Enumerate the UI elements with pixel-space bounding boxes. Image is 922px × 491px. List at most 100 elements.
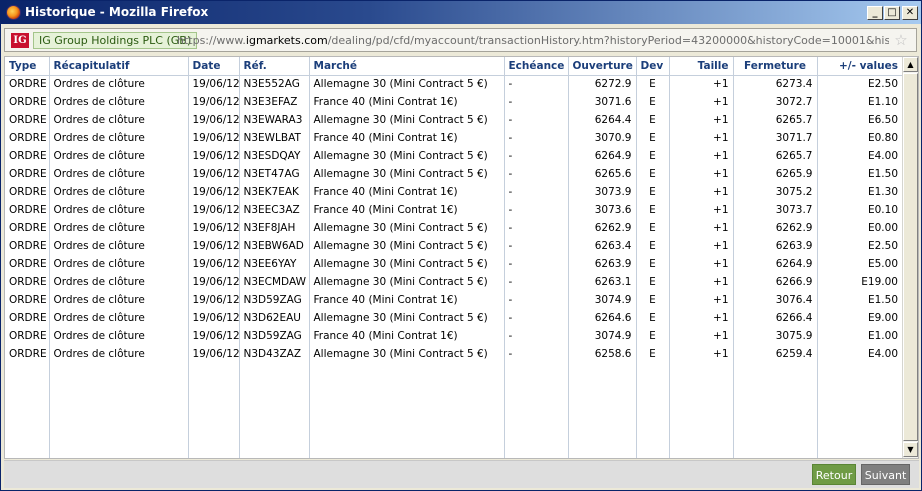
site-identity-button[interactable]: IG Group Holdings PLC (GB): [33, 32, 198, 49]
cell-marche: France 40 (Mini Contrat 1€): [309, 93, 505, 111]
table-row[interactable]: ORDRE Ordres de clôture 19/06/12 N3EWARA3 Al…: [5, 111, 902, 129]
cell-ref: N3ECMDAW: [239, 273, 310, 291]
cell-echeance: -: [504, 273, 569, 291]
table-row[interactable]: ORDRE Ordres de clôture 19/06/12 N3D59ZAG Fr…: [5, 291, 902, 309]
cell-taille: +1: [669, 129, 734, 147]
column-header-taille[interactable]: Taille: [669, 57, 734, 76]
cell-ref: N3ET47AG: [239, 165, 310, 183]
column-header-date[interactable]: Date: [188, 57, 240, 76]
scrollbar-thumb[interactable]: [903, 73, 918, 441]
cell-recapitulatif: Ordres de clôture: [49, 183, 189, 201]
cell-recapitulatif: Ordres de clôture: [49, 255, 189, 273]
table-row[interactable]: ORDRE Ordres de clôture 19/06/12 N3D62EAU Al…: [5, 309, 902, 327]
column-header-values[interactable]: +/- values: [817, 57, 902, 76]
cell-dev: E: [636, 75, 670, 93]
column-header-recapitulatif[interactable]: Récapitulatif: [49, 57, 189, 76]
cell-dev: E: [636, 327, 670, 345]
cell-type: ORDRE: [5, 201, 50, 219]
cell-taille: +1: [669, 147, 734, 165]
table-filler-row: [5, 363, 902, 458]
cell-dev: E: [636, 273, 670, 291]
column-header-fermeture[interactable]: Fermeture: [733, 57, 818, 76]
cell-taille: +1: [669, 255, 734, 273]
filler-cell: [733, 363, 818, 458]
cell-echeance: -: [504, 147, 569, 165]
table-row[interactable]: ORDRE Ordres de clôture 19/06/12 N3D59ZAG Fr…: [5, 327, 902, 345]
cell-fermeture: 6263.9: [733, 237, 818, 255]
bookmark-star-icon[interactable]: ☆: [892, 31, 910, 49]
table-row[interactable]: ORDRE Ordres de clôture 19/06/12 N3E552AG Al…: [5, 75, 902, 93]
scroll-up-arrow-icon[interactable]: ▲: [903, 57, 918, 72]
cell-marche: Allemagne 30 (Mini Contract 5 €): [309, 219, 505, 237]
column-header-ouverture[interactable]: Ouverture: [568, 57, 637, 76]
minimize-button[interactable]: _: [867, 6, 883, 20]
table-row[interactable]: ORDRE Ordres de clôture 19/06/12 N3D43ZAZ Al…: [5, 345, 902, 363]
cell-type: ORDRE: [5, 309, 50, 327]
suivant-button[interactable]: Suivant: [861, 464, 910, 485]
cell-dev: E: [636, 237, 670, 255]
cell-ref: N3EEC3AZ: [239, 201, 310, 219]
retour-button[interactable]: Retour: [812, 464, 856, 485]
cell-ouverture: 6263.1: [568, 273, 637, 291]
cell-taille: +1: [669, 309, 734, 327]
filler-cell: [188, 363, 240, 458]
cell-ref: N3EE6YAY: [239, 255, 310, 273]
cell-fermeture: 6262.9: [733, 219, 818, 237]
cell-type: ORDRE: [5, 345, 50, 363]
cell-ouverture: 3070.9: [568, 129, 637, 147]
column-header-marche[interactable]: Marché: [309, 57, 505, 76]
cell-echeance: -: [504, 75, 569, 93]
cell-taille: +1: [669, 291, 734, 309]
column-header-dev[interactable]: Dev: [636, 57, 670, 76]
cell-date: 19/06/12: [188, 219, 240, 237]
cell-echeance: -: [504, 111, 569, 129]
table-row[interactable]: ORDRE Ordres de clôture 19/06/12 N3EWLBAT Fr…: [5, 129, 902, 147]
cell-values: E2.50: [867, 78, 898, 91]
window-title: Historique - Mozilla Firefox: [25, 5, 209, 19]
url-field[interactable]: https://www.igmarkets.com/dealing/pd/cfd…: [177, 33, 889, 48]
cell-dev: E: [636, 165, 670, 183]
table-row[interactable]: ORDRE Ordres de clôture 19/06/12 N3E3EFAZ Fr…: [5, 93, 902, 111]
cell-ref: N3EBW6AD: [239, 237, 310, 255]
table-row[interactable]: ORDRE Ordres de clôture 19/06/12 N3ESDQAY Al…: [5, 147, 902, 165]
cell-ref: N3EWLBAT: [239, 129, 310, 147]
cell-type: ORDRE: [5, 165, 50, 183]
cell-dev: E: [636, 129, 670, 147]
cell-ouverture: 3073.6: [568, 201, 637, 219]
cell-date: 19/06/12: [188, 273, 240, 291]
cell-type: ORDRE: [5, 129, 50, 147]
address-bar[interactable]: IG IG Group Holdings PLC (GB) https://ww…: [4, 28, 917, 52]
close-button[interactable]: ✕: [902, 6, 918, 20]
cell-echeance: -: [504, 345, 569, 363]
cell-ouverture: 6264.9: [568, 147, 637, 165]
table-row[interactable]: ORDRE Ordres de clôture 19/06/12 N3EBW6AD Al…: [5, 237, 902, 255]
firefox-icon: [6, 5, 21, 20]
maximize-button[interactable]: □: [884, 6, 900, 20]
cell-type: ORDRE: [5, 111, 50, 129]
table-row[interactable]: ORDRE Ordres de clôture 19/06/12 N3ET47AG Al…: [5, 165, 902, 183]
title-bar[interactable]: Historique - Mozilla Firefox _ □ ✕: [1, 1, 921, 24]
table-row[interactable]: ORDRE Ordres de clôture 19/06/12 N3EK7EAK Fr…: [5, 183, 902, 201]
column-header-echeance[interactable]: Echéance: [504, 57, 569, 76]
vertical-scrollbar[interactable]: ▲ ▼: [902, 57, 918, 458]
cell-marche: Allemagne 30 (Mini Contract 5 €): [309, 237, 505, 255]
scroll-down-arrow-icon[interactable]: ▼: [903, 442, 918, 457]
table-row[interactable]: ORDRE Ordres de clôture 19/06/12 N3EEC3AZ Fr…: [5, 201, 902, 219]
cell-date: 19/06/12: [188, 255, 240, 273]
cell-taille: +1: [669, 219, 734, 237]
cell-marche: France 40 (Mini Contrat 1€): [309, 291, 505, 309]
table-row[interactable]: ORDRE Ordres de clôture 19/06/12 N3EE6YAY Al…: [5, 255, 902, 273]
cell-ref: N3D59ZAG: [239, 327, 310, 345]
cell-marche: Allemagne 30 (Mini Contract 5 €): [309, 309, 505, 327]
cell-values: E1.50: [867, 168, 898, 180]
cell-echeance: -: [504, 237, 569, 255]
cell-dev: E: [636, 345, 670, 363]
cell-ouverture: 3074.9: [568, 291, 637, 309]
table-row[interactable]: ORDRE Ordres de clôture 19/06/12 N3ECMDAW Al…: [5, 273, 902, 291]
cell-taille: +1: [669, 345, 734, 363]
column-header-type[interactable]: Type: [5, 57, 50, 76]
transaction-history-panel: Type Récapitulatif Date Réf. Marché Echéance O…: [4, 56, 919, 459]
column-header-ref[interactable]: Réf.: [239, 57, 310, 76]
table-row[interactable]: ORDRE Ordres de clôture 19/06/12 N3EF8JAH Al…: [5, 219, 902, 237]
filler-cell: [504, 363, 569, 458]
